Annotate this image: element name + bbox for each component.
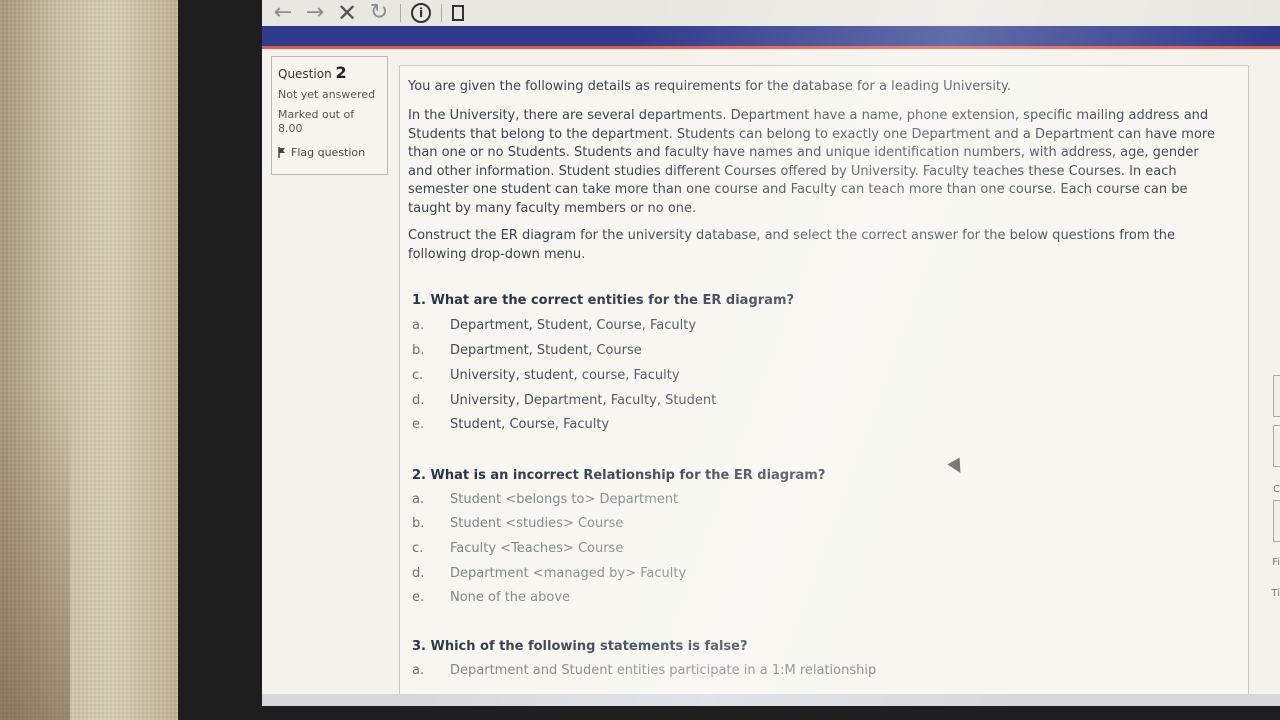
q1-option-c[interactable]: c. University, student, course, Faculty — [412, 368, 680, 383]
q1-option-b[interactable]: b. Department, Student, Course — [412, 343, 642, 358]
forward-arrow-icon[interactable]: → — [304, 2, 326, 24]
flag-icon — [278, 147, 285, 158]
intro-text: You are given the following details as r… — [408, 79, 1012, 94]
question-status: Not yet answered — [278, 88, 376, 101]
flag-question-link[interactable]: Flag question — [278, 146, 381, 159]
question-content-box: You are given the following details as r… — [399, 65, 1249, 705]
curtain-shadow — [0, 380, 70, 720]
document-icon[interactable] — [452, 5, 464, 21]
description-text: In the University, there are several dep… — [408, 108, 1215, 216]
toolbar-divider — [400, 4, 401, 22]
side-panel-box — [1273, 375, 1280, 417]
reload-icon[interactable]: ↻ — [368, 2, 390, 24]
side-panel-letter: C — [1273, 484, 1280, 495]
mouse-cursor-icon — [947, 457, 967, 477]
site-header-band — [262, 26, 1280, 49]
question-marks: Marked out of 8.00 — [278, 108, 355, 135]
question-1-title: 1. What are the correct entities for the… — [412, 293, 795, 308]
toolbar-divider — [441, 4, 442, 22]
q2-option-d[interactable]: d. Department <managed by> Faculty — [412, 566, 686, 581]
q1-option-a[interactable]: a. Department, Student, Course, Faculty — [412, 318, 696, 333]
side-panel-text: Fi — [1272, 557, 1280, 568]
question-3-title: 3. Which of the following statements is … — [412, 639, 748, 654]
q2-option-a[interactable]: a. Student <belongs to> Department — [412, 492, 678, 507]
side-panel-box — [1273, 500, 1280, 542]
question-info-block: Question 2 Not yet answered Marked out o… — [271, 56, 388, 175]
browser-screen: ← → ✕ ↻ i Question 2 Not yet answered Ma… — [262, 0, 1280, 706]
question-number: Question 2 — [278, 63, 347, 82]
back-arrow-icon[interactable]: ← — [272, 2, 294, 24]
close-icon[interactable]: ✕ — [336, 1, 358, 25]
q1-option-d[interactable]: d. University, Department, Faculty, Stude… — [412, 393, 716, 408]
question-2-title: 2. What is an incorrect Relationship for… — [412, 468, 826, 483]
info-icon[interactable]: i — [411, 3, 431, 23]
q2-option-e[interactable]: e. None of the above — [412, 590, 570, 605]
q3-option-a[interactable]: a. Department and Student entities partic… — [412, 663, 876, 678]
side-panel-box — [1273, 425, 1280, 467]
side-panel-text: Ti — [1271, 588, 1280, 599]
q2-option-c[interactable]: c. Faculty <Teaches> Course — [412, 541, 623, 556]
q1-option-e[interactable]: e. Student, Course, Faculty — [412, 417, 609, 432]
q2-option-b[interactable]: b. Student <studies> Course — [412, 516, 623, 531]
horizontal-scrollbar[interactable] — [262, 694, 1280, 706]
instruction-text: Construct the ER diagram for the univers… — [408, 228, 1175, 262]
browser-toolbar: ← → ✕ ↻ i — [262, 0, 1280, 26]
